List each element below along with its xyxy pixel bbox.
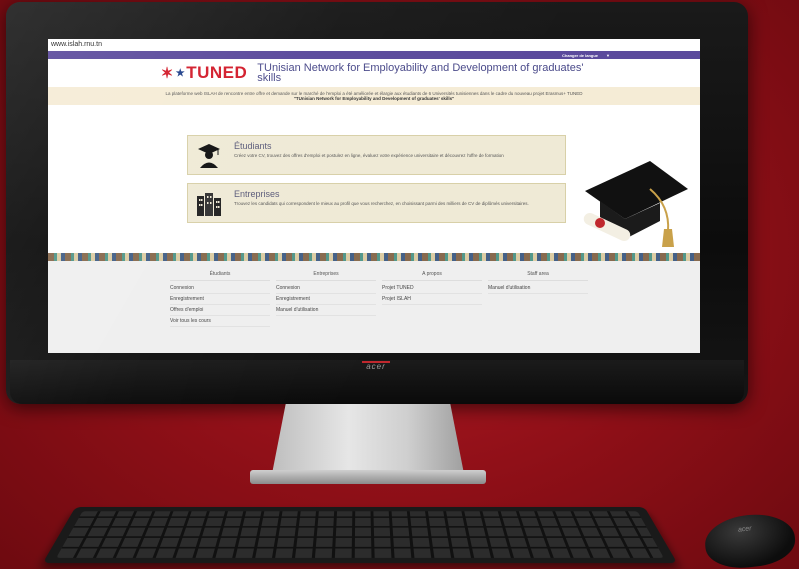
- site-footer: Étudiants Connexion Enregistrement Offre…: [48, 261, 700, 353]
- language-bar: Changer de langue ▼: [48, 51, 700, 59]
- chevron-down-icon[interactable]: ▼: [606, 53, 610, 58]
- students-card-title: Étudiants: [234, 141, 272, 151]
- footer-link[interactable]: Enregistrement: [276, 294, 376, 305]
- footer-link[interactable]: Enregistrement: [170, 294, 270, 305]
- footer-column-students: Étudiants Connexion Enregistrement Offre…: [170, 271, 270, 327]
- star-icon-small: ★: [175, 67, 186, 79]
- students-card-description: Créez votre CV, trouvez des offres d'emp…: [234, 153, 504, 158]
- mouse-brand-logo: acer: [737, 525, 752, 534]
- star-icon: ✶: [160, 65, 174, 82]
- footer-link[interactable]: Projet TUNED: [382, 283, 482, 294]
- footer-link[interactable]: Manuel d'utilisation: [276, 305, 376, 316]
- footer-link[interactable]: Voir tous les cours: [170, 316, 270, 327]
- keyboard-keys: [56, 511, 664, 558]
- mouse: [702, 510, 798, 569]
- monitor-brand-logo: acer: [366, 362, 386, 371]
- footer-heading: Entreprises: [276, 271, 376, 281]
- students-card[interactable]: Étudiants Créez votre CV, trouvez des of…: [187, 135, 566, 175]
- monitor-base: [250, 470, 486, 484]
- banner-line-2: "TUnisian Network for Employability and …: [293, 96, 455, 101]
- graduation-cap-image: [580, 151, 690, 251]
- footer-link[interactable]: Connexion: [170, 283, 270, 294]
- site-logo[interactable]: ✶ ★ TUNED: [161, 63, 248, 83]
- footer-column-companies: Entreprises Connexion Enregistrement Man…: [276, 271, 376, 316]
- companies-card-description: Trouvez les candidats qui correspondent …: [234, 201, 529, 206]
- footer-link[interactable]: Projet ISLAH: [382, 294, 482, 305]
- screen: www.islah.rnu.tn Changer de langue ▼ ✶ ★…: [48, 39, 700, 353]
- companies-card[interactable]: Entreprises Trouvez les candidats qui co…: [187, 183, 566, 223]
- language-selector[interactable]: Changer de langue: [562, 53, 598, 58]
- footer-heading: A propos: [382, 271, 482, 281]
- buildings-icon: [196, 190, 222, 218]
- footer-link[interactable]: Connexion: [276, 283, 376, 294]
- decorative-border: [48, 253, 700, 261]
- site-tagline: TUnisian Network for Employability and D…: [257, 62, 584, 84]
- footer-column-about: A propos Projet TUNED Projet ISLAH: [382, 271, 482, 305]
- graduate-icon: [196, 142, 222, 170]
- main-content: Étudiants Créez votre CV, trouvez des of…: [48, 105, 700, 253]
- footer-link[interactable]: Manuel d'utilisation: [488, 283, 588, 294]
- info-banner: La plateforme web ISLAH de rencontre ent…: [48, 87, 700, 105]
- keyboard: [42, 506, 678, 564]
- footer-link[interactable]: Offres d'emploi: [170, 305, 270, 316]
- address-bar[interactable]: www.islah.rnu.tn: [48, 39, 700, 51]
- logo-text: TUNED: [186, 63, 248, 82]
- site-header: ✶ ★ TUNED TUnisian Network for Employabi…: [48, 59, 700, 87]
- footer-heading: Staff area: [488, 271, 588, 281]
- footer-column-staff: Staff area Manuel d'utilisation: [488, 271, 588, 294]
- footer-heading: Étudiants: [170, 271, 270, 281]
- companies-card-title: Entreprises: [234, 189, 280, 199]
